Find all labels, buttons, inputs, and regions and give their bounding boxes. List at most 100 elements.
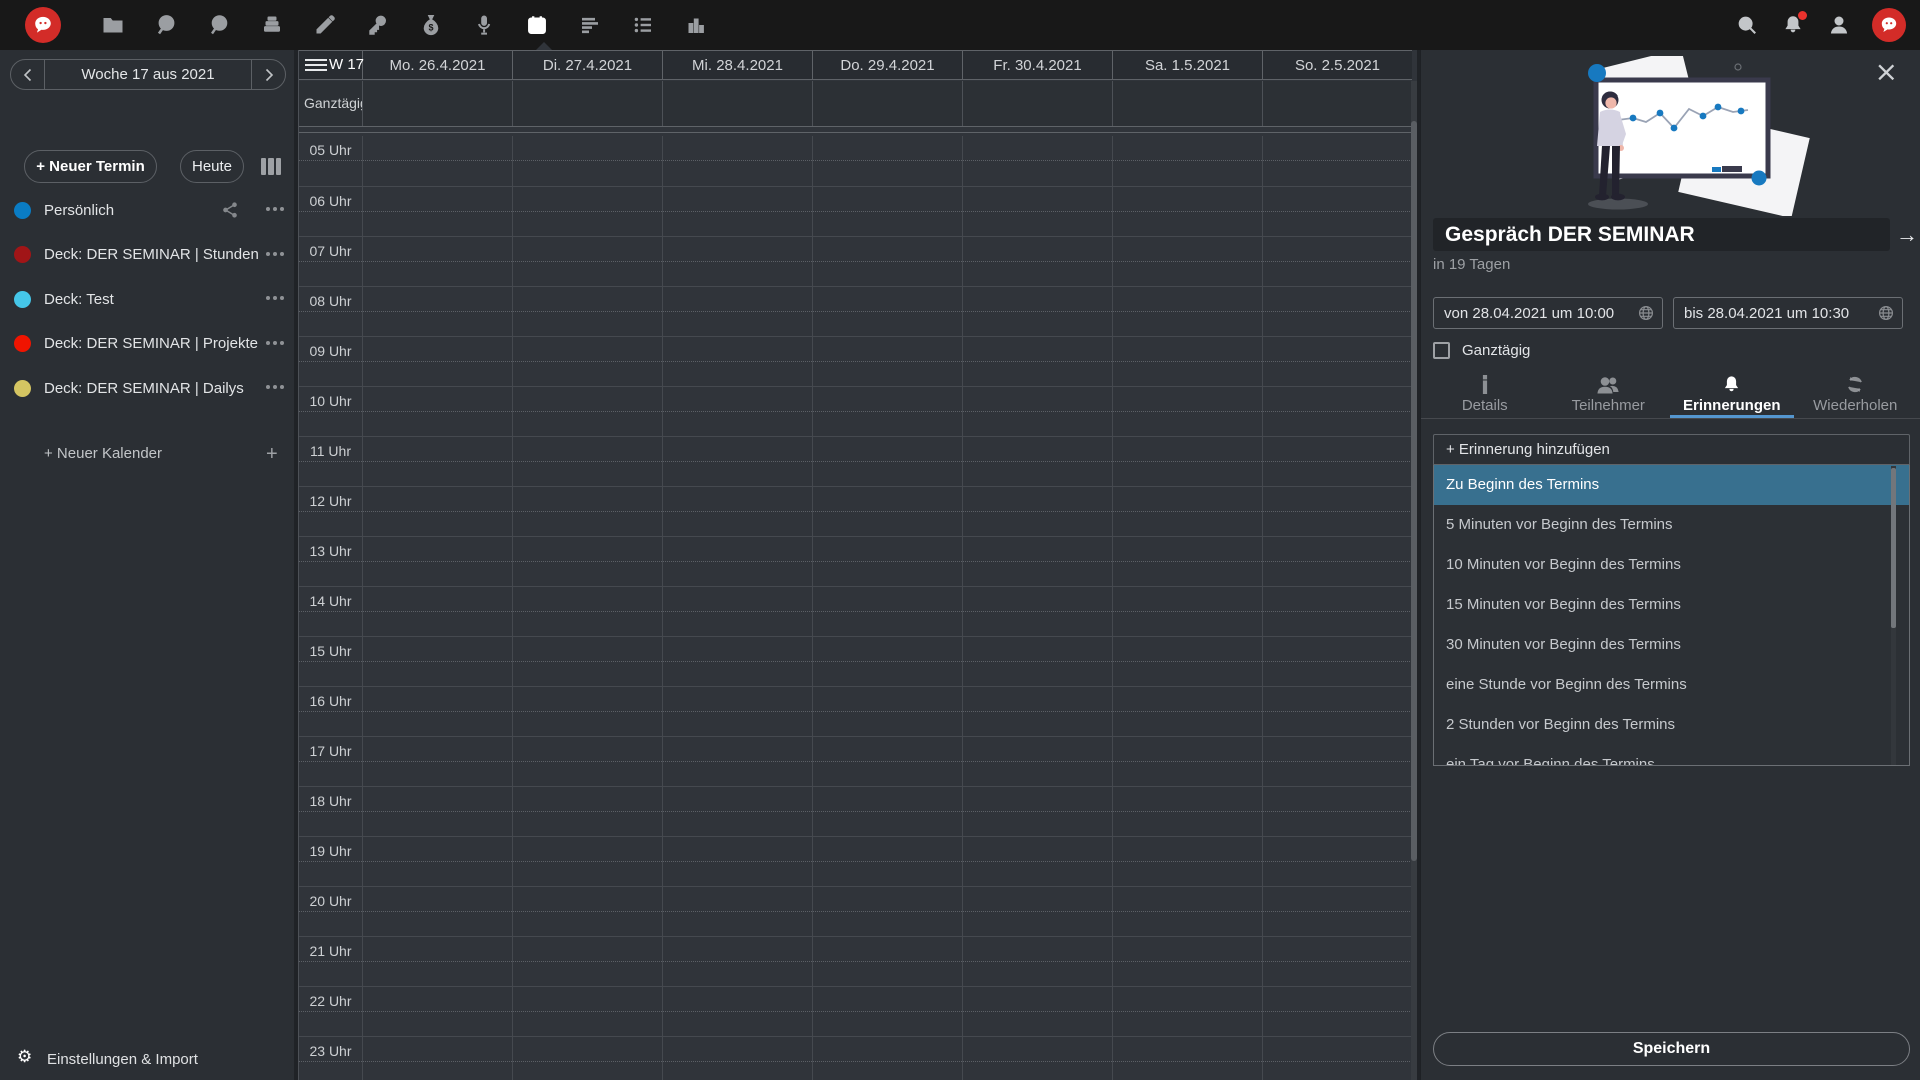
time-slot-cell[interactable] [1262,987,1412,1036]
timezone-globe-icon[interactable] [1878,305,1894,321]
allday-cell[interactable] [662,81,812,126]
time-slot-cell[interactable] [1112,537,1262,586]
start-datetime-field[interactable]: von 28.04.2021 um 10:00 [1433,297,1663,329]
time-slot-cell[interactable] [362,187,512,236]
reminder-option[interactable]: Zu Beginn des Termins [1434,465,1909,505]
time-slot-cell[interactable] [1262,787,1412,836]
search-icon[interactable] [1734,12,1760,38]
close-icon[interactable]: × [1875,58,1898,86]
time-slot-cell[interactable] [512,887,662,936]
time-slot-cell[interactable] [362,887,512,936]
menu-toggle-icon[interactable] [305,59,327,74]
time-slot-cell[interactable] [1262,887,1412,936]
time-slot-cell[interactable] [1112,587,1262,636]
day-header[interactable]: Fr. 30.4.2021 [962,51,1112,79]
time-slot-cell[interactable] [812,987,962,1036]
event-title-input[interactable]: Gespräch DER SEMINAR [1433,218,1890,251]
time-slot-cell[interactable] [1262,587,1412,636]
allday-cell[interactable] [512,81,662,126]
time-slot-cell[interactable] [962,787,1112,836]
time-slot-cell[interactable] [962,887,1112,936]
day-header[interactable]: Di. 27.4.2021 [512,51,662,79]
time-slot-cell[interactable] [362,1037,512,1080]
stack-app-icon[interactable] [245,0,298,50]
time-slot-cell[interactable] [1262,187,1412,236]
calendar-actions-menu-icon[interactable] [266,341,284,345]
tab-details[interactable]: Details [1423,372,1547,418]
time-slot-cell[interactable] [1262,136,1412,186]
time-slot-cell[interactable] [362,136,512,186]
time-slot-cell[interactable] [662,487,812,536]
week-label[interactable]: Woche 17 aus 2021 [45,60,251,89]
time-slot-cell[interactable] [662,187,812,236]
time-slot-cell[interactable] [1262,737,1412,786]
view-toggle-icon[interactable] [261,158,281,175]
user-avatar[interactable] [1872,8,1906,42]
reminder-option[interactable]: 30 Minuten vor Beginn des Termins [1434,625,1909,665]
time-slot-cell[interactable] [362,587,512,636]
bell-icon[interactable] [1780,12,1806,38]
new-event-button[interactable]: + Neuer Termin [24,150,157,183]
reminder-list-scrollbar[interactable] [1891,466,1896,765]
time-slot-cell[interactable] [662,1037,812,1080]
time-slot-cell[interactable] [962,587,1112,636]
time-slot-cell[interactable] [662,587,812,636]
calendar-list-item[interactable]: Persönlich [0,188,294,233]
time-slot-cell[interactable] [1262,387,1412,436]
time-slot-cell[interactable] [1112,437,1262,486]
time-slot-cell[interactable] [962,737,1112,786]
time-slot-cell[interactable] [662,287,812,336]
time-slot-cell[interactable] [812,136,962,186]
time-slot-cell[interactable] [1112,337,1262,386]
time-slot-cell[interactable] [962,487,1112,536]
time-slot-cell[interactable] [362,237,512,286]
time-slot-cell[interactable] [512,987,662,1036]
calendar-list-item[interactable]: Deck: DER SEMINAR | Projekte [0,322,294,367]
grid-scrollbar[interactable] [1411,81,1417,1080]
time-slot-cell[interactable] [962,687,1112,736]
allday-cell[interactable] [812,81,962,126]
time-slot-cell[interactable] [662,687,812,736]
reminder-option[interactable]: 10 Minuten vor Beginn des Termins [1434,545,1909,585]
time-slot-cell[interactable] [362,637,512,686]
time-slot-cell[interactable] [1112,387,1262,436]
time-slot-cell[interactable] [1112,637,1262,686]
time-slot-cell[interactable] [1112,937,1262,986]
day-header[interactable]: Mo. 26.4.2021 [362,51,512,79]
time-slot-cell[interactable] [512,287,662,336]
share-icon[interactable] [221,201,239,219]
open-details-arrow-icon[interactable]: → [1893,218,1920,251]
time-slot-cell[interactable] [1262,937,1412,986]
time-slot-cell[interactable] [812,237,962,286]
tab-erinnerungen[interactable]: Erinnerungen [1670,372,1794,418]
time-slot-cell[interactable] [512,737,662,786]
end-datetime-field[interactable]: bis 28.04.2021 um 10:30 [1673,297,1903,329]
time-slot-cell[interactable] [1112,787,1262,836]
tab-teilnehmer[interactable]: Teilnehmer [1547,372,1671,418]
calendar-actions-menu-icon[interactable] [266,252,284,256]
calendar-list-item[interactable]: Deck: DER SEMINAR | Stunden [0,233,294,278]
settings-import-button[interactable]: ⚙ Einstellungen & Import [0,1038,294,1080]
time-slot-cell[interactable] [812,787,962,836]
allday-checkbox[interactable]: Ganztägig [1433,342,1530,359]
key-app-icon[interactable] [351,0,404,50]
reminder-option[interactable]: 2 Stunden vor Beginn des Termins [1434,705,1909,745]
text-lines-app-icon[interactable] [563,0,616,50]
folder-app-icon[interactable] [86,0,139,50]
time-slot-cell[interactable] [662,437,812,486]
time-slot-cell[interactable] [362,387,512,436]
time-slot-cell[interactable] [962,387,1112,436]
time-slot-cell[interactable] [812,687,962,736]
day-header[interactable]: So. 2.5.2021 [1262,51,1412,79]
time-slot-cell[interactable] [812,387,962,436]
time-slot-cell[interactable] [1262,287,1412,336]
time-slot-cell[interactable] [962,287,1112,336]
time-slot-cell[interactable] [512,787,662,836]
time-slot-cell[interactable] [962,1037,1112,1080]
magnifier-plus-app-icon[interactable] [192,0,245,50]
new-calendar-button[interactable]: + Neuer Kalender + [0,431,294,475]
time-slot-cell[interactable] [812,887,962,936]
previous-week-button[interactable] [11,60,45,89]
calendar-list-item[interactable]: Deck: DER SEMINAR | Dailys [0,366,294,411]
time-slot-cell[interactable] [1262,337,1412,386]
